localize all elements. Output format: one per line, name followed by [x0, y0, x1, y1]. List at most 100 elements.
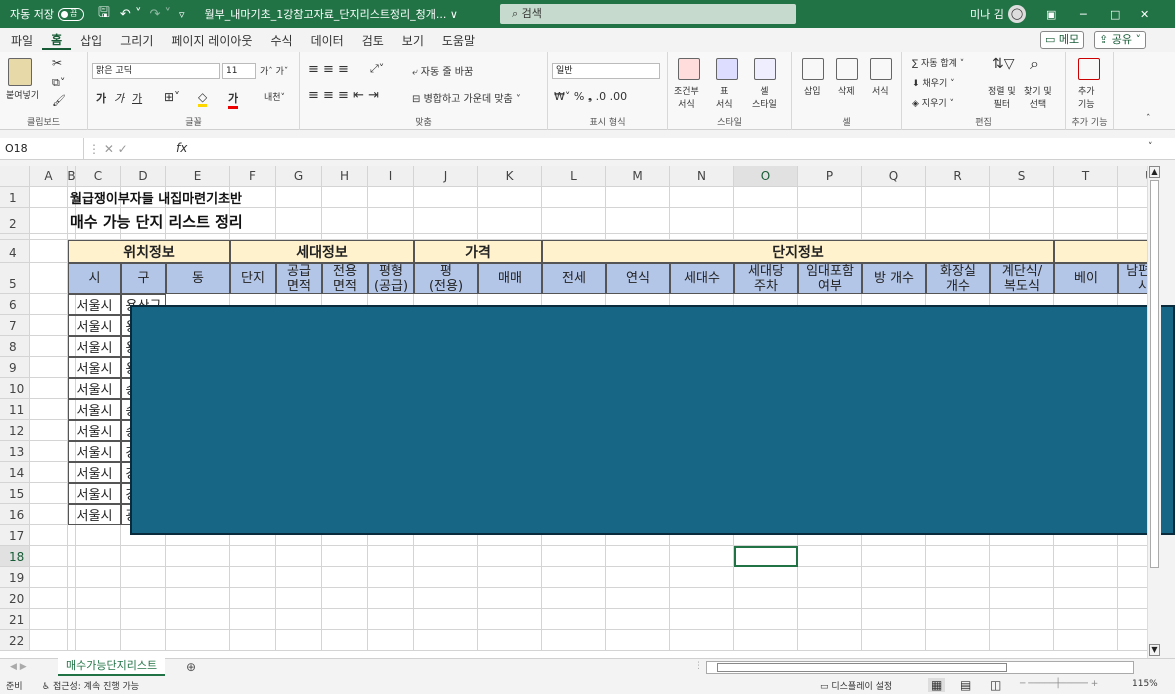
- cell[interactable]: [276, 609, 322, 630]
- close-button[interactable]: ✕: [1140, 8, 1149, 21]
- cell-city[interactable]: 서울시: [68, 336, 121, 357]
- cell[interactable]: [30, 208, 68, 234]
- cell[interactable]: [30, 525, 68, 546]
- row-header[interactable]: 6: [0, 294, 30, 315]
- cell[interactable]: [322, 567, 368, 588]
- cell[interactable]: [478, 609, 542, 630]
- addins-icon[interactable]: [1078, 58, 1100, 80]
- cell[interactable]: [30, 462, 68, 483]
- column-header[interactable]: N: [670, 166, 734, 187]
- column-header[interactable]: E: [166, 166, 230, 187]
- cell[interactable]: [368, 567, 414, 588]
- cell-style-label[interactable]: 셀 스타일: [752, 84, 777, 110]
- row-header[interactable]: 21: [0, 609, 30, 630]
- cell[interactable]: [926, 630, 990, 651]
- search-box[interactable]: ⌕ 검색: [500, 4, 796, 24]
- row-header[interactable]: 2: [0, 208, 30, 234]
- tab-review[interactable]: 검토: [353, 32, 393, 49]
- cell[interactable]: [1118, 609, 1147, 630]
- cell[interactable]: [542, 588, 606, 609]
- tab-formulas[interactable]: 수식: [261, 32, 301, 49]
- cell[interactable]: [121, 588, 166, 609]
- column-header[interactable]: Q: [862, 166, 926, 187]
- cell[interactable]: [542, 567, 606, 588]
- minimize-button[interactable]: ─: [1080, 8, 1087, 21]
- row-header[interactable]: 12: [0, 420, 30, 441]
- cell[interactable]: [862, 567, 926, 588]
- cell[interactable]: [1118, 630, 1147, 651]
- find-icon[interactable]: ⌕: [1030, 54, 1039, 74]
- cell[interactable]: [121, 609, 166, 630]
- conditional-format-icon[interactable]: [678, 58, 700, 80]
- align-left-icon[interactable]: ≡ ≡ ≡ ⇤ ⇥: [308, 88, 379, 103]
- cell[interactable]: [606, 609, 670, 630]
- cell[interactable]: [230, 588, 276, 609]
- row-header[interactable]: 17: [0, 525, 30, 546]
- format-cells-icon[interactable]: [870, 58, 892, 80]
- cell[interactable]: [30, 187, 68, 208]
- cell[interactable]: [926, 546, 990, 567]
- cell[interactable]: [166, 609, 230, 630]
- cell[interactable]: [798, 546, 862, 567]
- row-header[interactable]: 15: [0, 483, 30, 504]
- cell[interactable]: [1054, 588, 1118, 609]
- active-cell[interactable]: [734, 546, 798, 567]
- undo-icon[interactable]: ↶ ˅: [120, 7, 142, 22]
- cell[interactable]: [166, 546, 230, 567]
- cell[interactable]: [670, 567, 734, 588]
- cell[interactable]: [414, 609, 478, 630]
- cell[interactable]: [30, 336, 68, 357]
- normal-view-icon[interactable]: ▦: [928, 678, 946, 692]
- cell[interactable]: [121, 630, 166, 651]
- sheet-tab[interactable]: 매수가능단지리스트: [58, 658, 166, 676]
- cell[interactable]: [76, 546, 121, 567]
- tab-home[interactable]: 홈: [42, 31, 72, 50]
- cell[interactable]: [414, 567, 478, 588]
- table-format-icon[interactable]: [716, 58, 738, 80]
- share-button[interactable]: ⇪ 공유 ˅: [1094, 31, 1146, 49]
- cell[interactable]: [30, 357, 68, 378]
- cell[interactable]: [322, 630, 368, 651]
- cell[interactable]: [1118, 208, 1147, 234]
- cell[interactable]: [670, 609, 734, 630]
- cell[interactable]: [542, 546, 606, 567]
- cell[interactable]: [121, 567, 166, 588]
- column-header[interactable]: G: [276, 166, 322, 187]
- cell[interactable]: [68, 630, 76, 651]
- cell[interactable]: [478, 546, 542, 567]
- cell[interactable]: [798, 630, 862, 651]
- cell[interactable]: [1118, 546, 1147, 567]
- cell[interactable]: [734, 588, 798, 609]
- cell[interactable]: [30, 546, 68, 567]
- cell[interactable]: [276, 588, 322, 609]
- cell[interactable]: [862, 546, 926, 567]
- cell[interactable]: [990, 546, 1054, 567]
- formula-cancel-icon[interactable]: ⋮ ✕ ✓: [88, 142, 128, 156]
- sort-filter-label[interactable]: 정렬 및 필터: [988, 84, 1016, 110]
- cell[interactable]: [990, 567, 1054, 588]
- vertical-scrollbar[interactable]: ▲ ▼: [1147, 166, 1161, 658]
- cell[interactable]: [670, 630, 734, 651]
- cell[interactable]: [606, 567, 670, 588]
- wrap-text-button[interactable]: ⤶ 자동 줄 바꿈: [412, 63, 473, 78]
- column-header[interactable]: F: [230, 166, 276, 187]
- column-header[interactable]: U: [1118, 166, 1147, 187]
- formula-bar[interactable]: ⋮ ✕ ✓ fx ˅: [0, 138, 1175, 160]
- font-size-select[interactable]: 11: [222, 63, 256, 79]
- cell[interactable]: [1054, 567, 1118, 588]
- cell[interactable]: [76, 588, 121, 609]
- accessibility-status[interactable]: ♿ 접근성: 계속 진행 가능: [42, 679, 139, 692]
- cell[interactable]: [606, 208, 670, 234]
- cell[interactable]: [862, 187, 926, 208]
- column-header[interactable]: H: [322, 166, 368, 187]
- cell[interactable]: [798, 187, 862, 208]
- avatar[interactable]: ◯: [1008, 5, 1026, 23]
- font-name-select[interactable]: 맑은 고딕: [92, 63, 220, 79]
- cell[interactable]: [734, 208, 798, 234]
- cell[interactable]: [368, 630, 414, 651]
- row-header[interactable]: 1: [0, 187, 30, 208]
- paste-icon[interactable]: [8, 58, 32, 86]
- page-break-icon[interactable]: ◫: [990, 678, 1001, 692]
- row-header[interactable]: 5: [0, 263, 30, 294]
- cell-city[interactable]: 서울시: [68, 378, 121, 399]
